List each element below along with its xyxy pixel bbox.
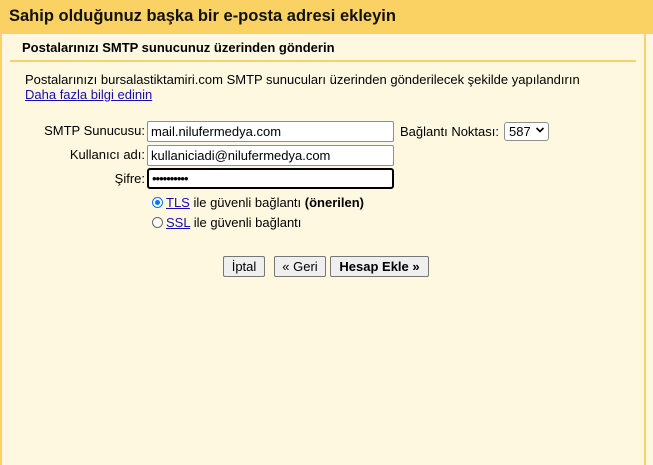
section-subtitle: Postalarınızı SMTP sunucunuz üzerinden g… [10,38,636,62]
ssl-option[interactable]: SSL ile güvenli bağlantı [152,215,301,230]
tls-link[interactable]: TLS [166,195,190,210]
username-input[interactable] [147,145,394,166]
back-button[interactable]: « Geri [274,256,326,277]
tls-text: ile güvenli bağlantı [189,195,305,210]
add-account-button[interactable]: Hesap Ekle » [330,256,429,277]
username-label: Kullanıcı adı: [69,147,145,162]
password-label: Şifre: [114,171,145,186]
tls-recommended: (önerilen) [304,195,364,210]
smtp-server-input[interactable] [147,121,394,142]
chevron-down-icon [535,123,545,140]
port-select[interactable]: 587 [504,122,549,141]
more-info-link[interactable]: Daha fazla bilgi edinin [25,87,152,102]
description-block: Postalarınızı bursalastiktamiri.com SMTP… [25,72,580,102]
cancel-button[interactable]: İptal [223,256,265,277]
dialog-title: Sahip olduğunuz başka bir e-posta adresi… [0,0,653,34]
ssl-radio[interactable] [152,217,163,228]
tls-radio[interactable] [152,197,163,208]
port-label: Bağlantı Noktası: [400,124,499,139]
password-input[interactable]: •••••••••• [147,168,394,189]
ssl-link[interactable]: SSL [166,215,190,230]
port-value: 587 [509,124,531,139]
smtp-server-label: SMTP Sunucusu: [44,123,145,138]
description-text: Postalarınızı bursalastiktamiri.com SMTP… [25,72,580,87]
tls-option[interactable]: TLS ile güvenli bağlantı (önerilen) [152,195,364,210]
ssl-text: ile güvenli bağlantı [190,215,302,230]
